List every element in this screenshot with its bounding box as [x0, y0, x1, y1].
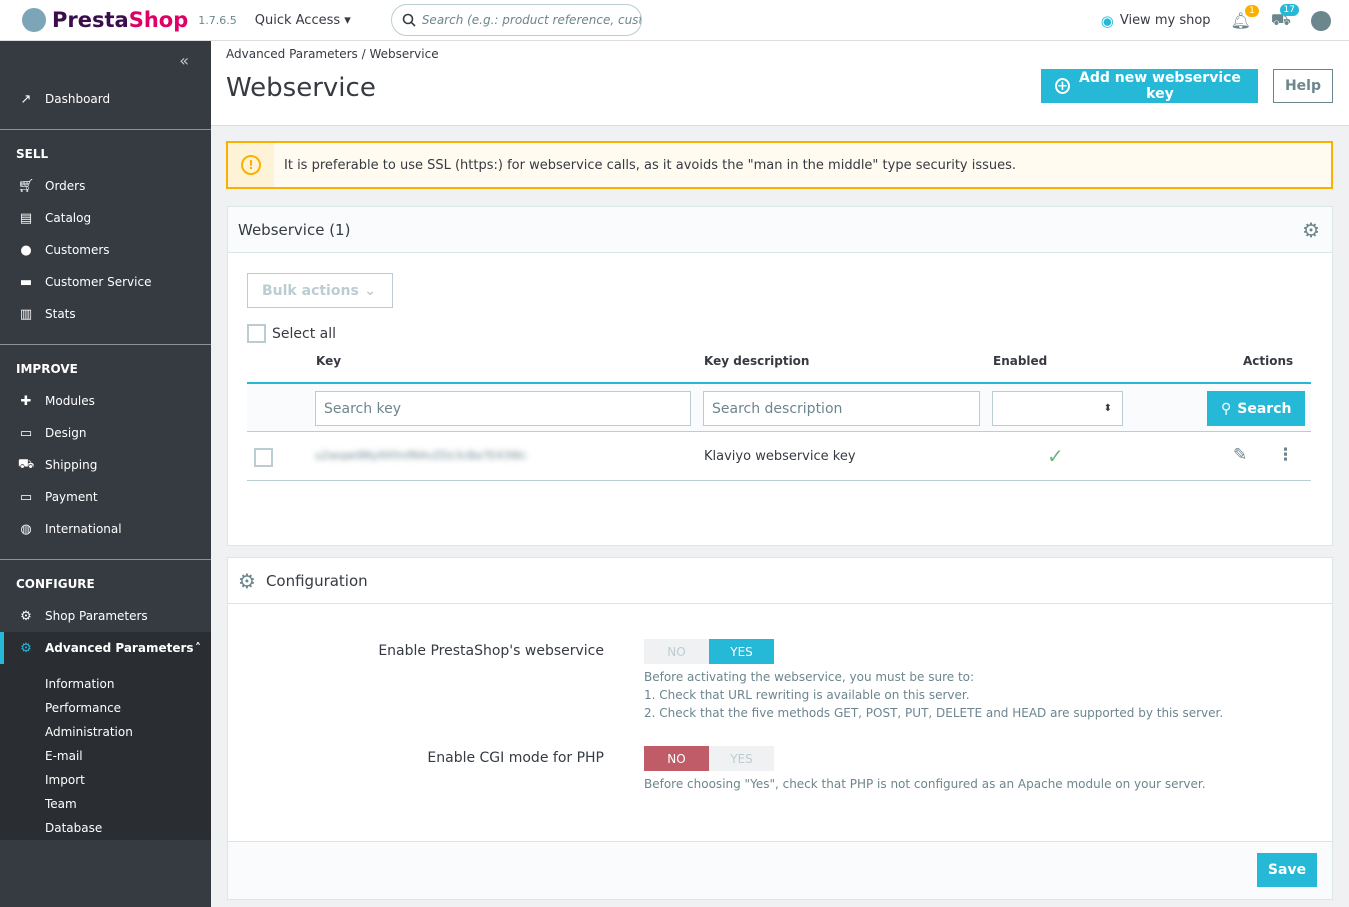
- sidebar-item-design[interactable]: ▭ Design: [0, 417, 211, 449]
- chevron-down-icon: ⌄: [364, 282, 376, 299]
- page-title: Webservice: [226, 73, 376, 103]
- add-webservice-key-button[interactable]: + Add new webservice key: [1041, 69, 1258, 103]
- monitor-icon: ▭: [19, 425, 33, 441]
- panel-title: Configuration: [265, 571, 368, 590]
- submenu-item-database[interactable]: Database: [0, 816, 211, 840]
- save-button[interactable]: Save: [1257, 853, 1317, 887]
- top-bar: PrestaShop 1.7.6.5 Quick Access ▾ Search…: [0, 0, 1349, 41]
- breadcrumb: Advanced Parameters / Webservice: [226, 47, 439, 61]
- eye-icon: ◉: [1100, 11, 1114, 30]
- orders-notifications-button[interactable]: ⛟ 17: [1271, 4, 1299, 31]
- webservice-list-panel: Webservice (1) ⚙: [227, 206, 1333, 546]
- version: 1.7.6.5: [198, 13, 237, 27]
- sidebar-item-payment[interactable]: ▭ Payment: [0, 481, 211, 513]
- sidebar-item-orders[interactable]: 🛒︎ Orders: [0, 170, 211, 202]
- sidebar-item-modules[interactable]: ✚ Modules: [0, 385, 211, 417]
- column-key[interactable]: Key: [316, 354, 341, 368]
- logo-icon: [22, 8, 46, 32]
- view-shop-link[interactable]: ◉ View my shop: [1101, 12, 1211, 30]
- webservice-label: Enable PrestaShop's webservice: [378, 643, 604, 659]
- settings-icon: ⚙: [20, 640, 32, 656]
- search-description-input[interactable]: Search description: [703, 391, 980, 426]
- sort-icon: ⬍: [1103, 403, 1112, 414]
- sidebar-item-customer-service[interactable]: ▬ Customer Service: [0, 266, 211, 298]
- configuration-panel: ⚙ Configuration: [227, 557, 1333, 900]
- panel-title: Webservice (1): [238, 220, 351, 239]
- edit-pencil-icon[interactable]: ✎: [1233, 445, 1247, 465]
- column-actions: Actions: [1243, 354, 1294, 368]
- sidebar-item-international[interactable]: ◍ International: [0, 513, 211, 545]
- submenu-item-performance[interactable]: Performance: [0, 696, 211, 720]
- sidebar-item-customers[interactable]: ● Customers: [0, 234, 211, 266]
- help-button[interactable]: Help: [1273, 69, 1333, 103]
- collapse-sidebar-icon[interactable]: «: [0, 41, 211, 83]
- cgi-label: Enable CGI mode for PHP: [427, 750, 604, 766]
- search-button[interactable]: ⚲ Search: [1207, 391, 1305, 426]
- plus-circle-icon: +: [1055, 78, 1070, 94]
- notifications-button[interactable]: 🔔︎ 1: [1231, 5, 1259, 30]
- sidebar: « ↗ Dashboard SELL 🛒︎ Orders ▤ Catalog ● Custo…: [0, 41, 211, 907]
- search-input[interactable]: Search (e.g.: product reference, custome: [390, 4, 642, 36]
- ssl-warning-alert: ! It is preferable to use SSL (https:) f…: [226, 141, 1333, 189]
- switch-no: NO: [644, 746, 709, 771]
- puzzle-icon: ✚: [20, 393, 32, 409]
- webservice-help: Before activating the webservice, you mu…: [644, 670, 1224, 720]
- sidebar-item-dashboard[interactable]: ↗ Dashboard: [0, 83, 211, 115]
- gear-icon: ⚙: [20, 608, 32, 624]
- gear-icon: ⚙: [238, 568, 256, 593]
- submenu-item-administration[interactable]: Administration: [0, 720, 211, 744]
- section-improve: IMPROVE: [16, 362, 78, 376]
- chart-icon: ▥: [19, 306, 33, 322]
- chat-icon: ▬: [19, 274, 33, 290]
- submenu-item-import[interactable]: Import: [0, 768, 211, 792]
- user-avatar-icon[interactable]: [1311, 10, 1331, 31]
- cgi-switch[interactable]: NO YES: [644, 746, 774, 771]
- trending-icon: ↗: [20, 91, 32, 107]
- sidebar-item-catalog[interactable]: ▤ Catalog: [0, 202, 211, 234]
- page-header: Advanced Parameters / Webservice Webserv…: [211, 41, 1349, 126]
- truck-icon: ⛟: [17, 456, 35, 472]
- warning-icon: !: [228, 143, 274, 187]
- card-icon: ▭: [19, 489, 33, 505]
- table-row: u2wqwt8Ky9XfmfN4vZDz3cBa7E43Wc Klaviyo w…: [247, 433, 1311, 481]
- row-checkbox[interactable]: [254, 448, 273, 467]
- search-icon: [402, 13, 416, 27]
- submenu-item-team[interactable]: Team: [0, 792, 211, 816]
- globe-icon: ◍: [20, 521, 32, 537]
- select-all-checkbox[interactable]: Select all: [247, 324, 336, 343]
- cgi-help: Before choosing "Yes", check that PHP is…: [644, 777, 1206, 791]
- section-sell: SELL: [16, 147, 49, 161]
- switch-no: NO: [644, 639, 709, 664]
- quick-access-dropdown[interactable]: Quick Access ▾: [255, 13, 351, 28]
- submenu-item-information[interactable]: Information: [0, 672, 211, 696]
- bulk-actions-dropdown[interactable]: Bulk actions ⌄: [247, 273, 393, 308]
- chevron-up-icon: ˄: [195, 641, 201, 655]
- sidebar-item-stats[interactable]: ▥ Stats: [0, 298, 211, 330]
- user-icon: ●: [20, 242, 32, 258]
- webservice-switch[interactable]: NO YES: [644, 639, 774, 664]
- submenu-item-e-mail[interactable]: E-mail: [0, 744, 211, 768]
- check-icon[interactable]: ✓: [1047, 444, 1064, 468]
- column-enabled[interactable]: Enabled: [993, 354, 1047, 368]
- sidebar-item-shop-parameters[interactable]: ⚙ Shop Parameters: [0, 600, 211, 632]
- store-icon: ▤: [19, 210, 33, 226]
- search-icon: ⚲: [1221, 400, 1232, 417]
- gear-icon[interactable]: ⚙: [1302, 218, 1320, 242]
- column-description[interactable]: Key description: [704, 354, 809, 368]
- sidebar-item-shipping[interactable]: ⛟ Shipping: [0, 449, 211, 481]
- enabled-filter-select[interactable]: ⬍: [992, 391, 1123, 426]
- section-configure: CONFIGURE: [16, 577, 95, 591]
- sidebar-item-advanced-parameters[interactable]: ⚙ Advanced Parameters ˄: [0, 632, 211, 664]
- key-description: Klaviyo webservice key: [704, 449, 856, 464]
- switch-yes: YES: [709, 639, 774, 664]
- switch-yes: YES: [709, 746, 774, 771]
- webservice-key: u2wqwt8Ky9XfmfN4vZDz3cBa7E43Wc: [315, 449, 527, 462]
- basket-icon: 🛒︎: [17, 178, 35, 194]
- logo[interactable]: PrestaShop: [22, 8, 188, 32]
- search-key-input[interactable]: Search key: [315, 391, 691, 426]
- more-actions-icon[interactable]: ⋮: [1277, 445, 1294, 465]
